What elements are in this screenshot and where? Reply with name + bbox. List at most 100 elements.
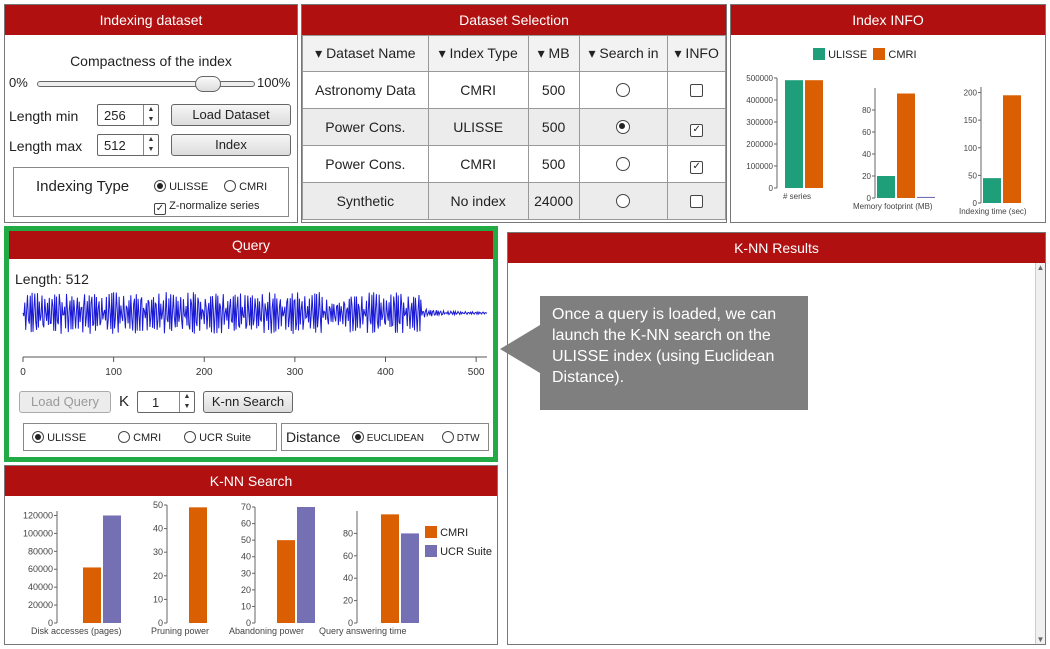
column-header[interactable]: ▾ MB — [527, 35, 580, 72]
y-tick-label: 80 — [862, 106, 871, 115]
radio-icon[interactable] — [616, 194, 631, 208]
spinner-arrows-icon[interactable]: ▲ ▼ — [179, 392, 194, 412]
indexing-ulisse-option[interactable]: ULISSE — [154, 180, 208, 193]
znormalize-option[interactable]: ✓ Z-normalize series — [154, 200, 260, 215]
radio-selected-icon[interactable] — [32, 431, 44, 443]
search-in-cell — [578, 71, 669, 109]
table-row[interactable]: Power Cons. CMRI 500 ✓ — [302, 145, 726, 183]
legend-ucr-item: UCR Suite — [425, 543, 492, 562]
results-scrollbar[interactable]: ▲ ▼ — [1035, 263, 1045, 644]
y-tick-label: 200000 — [746, 140, 773, 149]
bar — [381, 514, 399, 623]
radio-icon[interactable] — [118, 431, 130, 443]
x-tick-label: 100 — [105, 367, 122, 378]
index-type-cell: No index — [427, 182, 529, 220]
distance-options: Distance EUCLIDEAN DTW — [281, 423, 489, 451]
compactness-label: Compactness of the index — [70, 53, 232, 69]
checkbox-checked-icon[interactable]: ✓ — [154, 203, 166, 215]
bar — [917, 196, 935, 198]
k-label: K — [119, 393, 130, 410]
y-tick-label: 40 — [153, 524, 163, 534]
scroll-down-icon[interactable]: ▼ — [1036, 635, 1045, 644]
legend-cmri-label: CMRI — [888, 49, 917, 61]
knn-legend: CMRI UCR Suite — [425, 524, 492, 562]
bar — [103, 515, 121, 623]
length-max-spinner[interactable]: 512 ▲ ▼ — [97, 134, 159, 156]
scroll-up-icon[interactable]: ▲ — [1036, 263, 1045, 272]
dataset-name-cell: Synthetic — [302, 182, 429, 220]
column-header[interactable]: ▾ INFO — [667, 35, 726, 72]
y-tick-label: 100 — [964, 144, 978, 153]
query-length-label: Length: 512 — [15, 271, 89, 287]
checkbox-icon[interactable] — [690, 84, 704, 97]
radio-selected-icon[interactable] — [352, 431, 364, 443]
callout-box: Once a query is loaded, we can launch th… — [540, 296, 808, 410]
indexing-type-box: Indexing Type ULISSE CMRI ✓ Z-normalize … — [13, 167, 289, 217]
index-info-title: Index INFO — [731, 5, 1045, 35]
radio-icon[interactable] — [442, 431, 454, 443]
index-info-panel: Index INFO ULISSE CMRI 0 100000 200000 3000… — [730, 4, 1046, 223]
load-dataset-button[interactable]: Load Dataset — [171, 104, 291, 126]
radio-icon[interactable] — [184, 431, 196, 443]
mb-cell: 24000 — [527, 182, 580, 220]
k-spinner[interactable]: 1 ▲ ▼ — [137, 391, 195, 413]
column-header[interactable]: ▾ Search in — [578, 35, 669, 72]
bar — [805, 80, 823, 188]
radio-icon[interactable] — [224, 180, 236, 192]
distance-euclidean-option[interactable]: EUCLIDEAN — [352, 431, 424, 444]
radio-icon[interactable] — [616, 157, 631, 171]
index-button[interactable]: Index — [171, 134, 291, 156]
distance-dtw-option[interactable]: DTW — [442, 431, 480, 444]
bar — [83, 567, 101, 623]
y-tick-label: 120000 — [23, 510, 53, 520]
column-header[interactable]: ▾ Index Type — [427, 35, 529, 72]
y-tick-label: 50 — [968, 171, 977, 180]
info-cell: ✓ — [667, 108, 726, 146]
query-ulisse-option[interactable]: ULISSE — [32, 431, 86, 444]
mb-cell: 500 — [527, 108, 580, 146]
knn-search-button[interactable]: K-nn Search — [203, 391, 293, 413]
length-min-label: Length min — [9, 108, 79, 124]
indexing-dataset-title: Indexing dataset — [5, 5, 297, 35]
radio-selected-icon[interactable] — [154, 180, 166, 192]
checkbox-checked-icon[interactable]: ✓ — [690, 161, 704, 174]
table-row[interactable]: Astronomy Data CMRI 500 — [302, 71, 726, 109]
y-tick-label: 40 — [862, 150, 871, 159]
knn-search-title: K-NN Search — [5, 466, 497, 496]
knn-results-panel: K-NN Results ▲ ▼ — [507, 232, 1046, 645]
query-cmri-option[interactable]: CMRI — [118, 431, 161, 444]
x-category-label: # series — [783, 192, 811, 201]
x-tick-label: 500 — [468, 367, 485, 378]
dataset-selection-title: Dataset Selection — [302, 5, 726, 35]
bar — [189, 507, 207, 623]
y-tick-label: 40 — [343, 573, 353, 583]
table-row[interactable]: Synthetic No index 24000 — [302, 182, 726, 220]
radio-icon[interactable] — [616, 83, 631, 97]
x-category-label: Disk accesses (pages) — [31, 626, 122, 636]
y-tick-label: 20 — [343, 596, 353, 606]
checkbox-icon[interactable] — [690, 195, 704, 208]
spinner-arrows-icon[interactable]: ▲ ▼ — [143, 105, 158, 125]
y-tick-label: 20 — [153, 571, 163, 581]
compactness-slider[interactable] — [37, 76, 255, 92]
spinner-arrows-icon[interactable]: ▲ ▼ — [143, 135, 158, 155]
bar — [277, 540, 295, 623]
table-row[interactable]: Power Cons. ULISSE 500 ✓ — [302, 108, 726, 146]
knn-search-panel: K-NN Search 0 20000 40000 60000 80000 100000 1… — [4, 465, 498, 645]
checkbox-checked-icon[interactable]: ✓ — [690, 124, 704, 137]
y-tick-label: 50 — [153, 500, 163, 510]
query-title: Query — [9, 231, 493, 259]
y-tick-label: 60000 — [28, 564, 53, 574]
length-min-spinner[interactable]: 256 ▲ ▼ — [97, 104, 159, 126]
y-tick-label: 500000 — [746, 74, 773, 83]
index-type-cell: CMRI — [427, 71, 529, 109]
x-category-label: Pruning power — [151, 626, 209, 636]
indexing-cmri-option[interactable]: CMRI — [224, 180, 267, 193]
query-ucr-option[interactable]: UCR Suite — [184, 431, 251, 444]
slider-thumb[interactable] — [195, 76, 222, 92]
mb-cell: 500 — [527, 71, 580, 109]
radio-selected-icon[interactable] — [616, 120, 631, 134]
y-tick-label: 20000 — [28, 600, 53, 610]
load-query-button[interactable]: Load Query — [19, 391, 111, 413]
column-header[interactable]: ▾ Dataset Name — [302, 35, 429, 72]
